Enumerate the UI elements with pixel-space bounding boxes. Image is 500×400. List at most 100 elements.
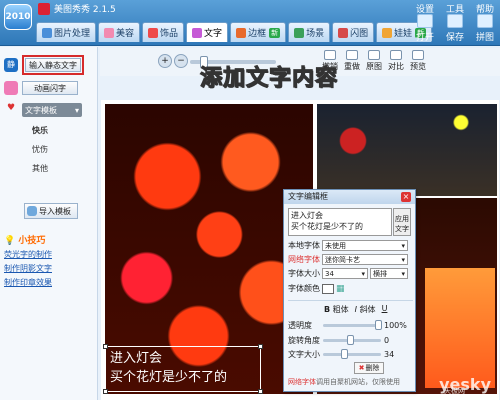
redo-icon [346, 50, 358, 60]
doll-icon [382, 27, 393, 38]
template-categories: 快乐 忧伤 其他 [32, 125, 48, 182]
static-text-button[interactable]: 输入静态文字 [25, 58, 81, 72]
category-sad[interactable]: 忧伤 [32, 144, 48, 155]
heart-icon [148, 27, 159, 38]
app-badge-icon [38, 3, 50, 15]
scene-icon [294, 27, 305, 38]
app-title: 美图秀秀 2.1.5 [54, 5, 116, 15]
dialog-title: 文字编辑框 [284, 190, 415, 204]
tips-title: 💡 小技巧 [4, 236, 46, 246]
local-font-select[interactable]: 未使用 ▾ [322, 240, 408, 251]
tab-accessories[interactable]: 饰品 [142, 22, 185, 42]
heart-icon: ♥ [4, 103, 18, 117]
italic-toggle[interactable]: I 斜体 [355, 304, 376, 315]
open-button[interactable]: 打开 [414, 14, 436, 43]
palette-icon[interactable]: ▦ [336, 284, 345, 294]
collage-button[interactable]: 拼图 [474, 14, 496, 43]
zoom-in-button[interactable]: + [158, 54, 172, 68]
style-row: B 粗体 I 斜体 U [324, 304, 387, 315]
redo-button[interactable]: 重做 [344, 50, 360, 72]
text-size-slider[interactable] [323, 349, 381, 359]
resize-handle[interactable] [103, 389, 108, 394]
font-color-row: 字体颜色 ▦ [288, 283, 345, 294]
new-badge: 新 [269, 27, 281, 38]
file-actions: 打开 保存 拼图 [414, 14, 496, 43]
import-icon [27, 206, 37, 216]
tab-text[interactable]: 文字 [186, 22, 229, 42]
tab-scene[interactable]: 场景 [288, 22, 331, 42]
compare-icon [390, 50, 402, 60]
template-dropdown[interactable]: 文字模板 ▾ [22, 103, 82, 117]
text-size-slider-knob[interactable] [341, 349, 348, 359]
resize-handle[interactable] [258, 344, 263, 349]
web-font-row: 网络字体 迷你简卡艺 ▾ [288, 254, 408, 265]
template-row: ♥ 文字模板 ▾ [4, 103, 82, 117]
tab-image-process[interactable]: 图片处理 [36, 22, 97, 42]
delete-button[interactable]: ✖ 删除 [354, 362, 384, 374]
original-icon [368, 50, 380, 60]
anim-text-button[interactable]: 动画闪字 [22, 81, 78, 95]
tab-frame[interactable]: 边框新 [230, 22, 287, 42]
text-edit-dialog: 文字编辑框 × 进入灯会 买个花灯是少不了的 应用文字 本地字体 未使用 ▾ 网络… [283, 189, 416, 392]
left-panel: 静 输入静态文字 动画闪字 ♥ 文字模板 ▾ 快乐 忧伤 其他 导入模板 💡 小技… [0, 47, 98, 400]
original-button[interactable]: 原图 [366, 50, 382, 72]
tips-section: 💡 小技巧 荧光字的制作 制作阴影文字 制作印章效果 [4, 233, 52, 291]
collage-icon [477, 14, 493, 28]
opacity-slider[interactable] [323, 320, 382, 330]
image-icon [42, 27, 52, 38]
canvas-text-box[interactable]: 进入灯会 买个花灯是少不了的 [103, 344, 263, 394]
web-font-select[interactable]: 迷你简卡艺 ▾ [322, 254, 408, 265]
tip-link-glow[interactable]: 荧光字的制作 [4, 249, 52, 260]
local-font-row: 本地字体 未使用 ▾ [288, 240, 408, 251]
font-size-select[interactable]: 34 ▾ [322, 268, 368, 279]
text-size-row: 文字大小 34 [288, 349, 395, 359]
main-tabs: 图片处理 美容 饰品 文字 边框新 场景 闪图 娃娃新 [36, 22, 433, 42]
direction-select[interactable]: 横排 ▾ [370, 268, 408, 279]
static-text-highlight: 输入静态文字 [22, 55, 84, 75]
chevron-down-icon: ▾ [361, 269, 365, 278]
tip-link-shadow[interactable]: 制作阴影文字 [4, 263, 52, 274]
resize-handle[interactable] [258, 389, 263, 394]
color-swatch[interactable] [322, 283, 334, 294]
bold-toggle[interactable]: B 粗体 [324, 304, 349, 315]
static-text-icon: 静 [4, 58, 18, 72]
opacity-slider-knob[interactable] [375, 320, 382, 330]
preview-icon [412, 50, 424, 60]
close-icon[interactable]: × [401, 192, 411, 202]
rotation-slider[interactable] [323, 335, 381, 345]
zoom-out-button[interactable]: − [174, 54, 188, 68]
tab-flash[interactable]: 闪图 [332, 22, 375, 42]
anim-text-icon [4, 81, 18, 95]
category-happy[interactable]: 快乐 [32, 125, 48, 136]
delete-icon: ✖ [358, 364, 365, 372]
dialog-text-input[interactable]: 进入灯会 买个花灯是少不了的 [288, 208, 392, 236]
static-text-row: 静 输入静态文字 [4, 55, 84, 75]
bulb-icon: 💡 [4, 236, 16, 246]
dialog-divider [288, 300, 413, 301]
save-icon [447, 14, 463, 28]
overlay-headline: 添加文字内容 [199, 66, 339, 92]
apply-text-button[interactable]: 应用文字 [393, 208, 411, 236]
flash-icon [338, 27, 349, 38]
open-icon [417, 14, 433, 28]
preview-button[interactable]: 预览 [410, 50, 426, 72]
text-icon [192, 27, 203, 38]
chevron-down-icon: ▾ [401, 241, 405, 250]
rotation-row: 旋转角度 0 [288, 335, 390, 345]
underline-toggle[interactable]: U [382, 304, 388, 315]
undo-icon [324, 50, 336, 60]
compare-button[interactable]: 对比 [388, 50, 404, 72]
rotation-slider-knob[interactable] [347, 335, 354, 345]
canvas-text-line-2: 买个花灯是少不了的 [110, 370, 228, 385]
resize-handle[interactable] [103, 344, 108, 349]
face-icon [104, 27, 115, 38]
tip-link-stamp[interactable]: 制作印章效果 [4, 277, 52, 288]
import-template-button[interactable]: 导入模板 [24, 203, 78, 219]
chevron-down-icon: ▾ [401, 255, 405, 264]
watermark-sub: 天极网 [444, 387, 465, 395]
category-other[interactable]: 其他 [32, 163, 48, 174]
lantern-closeup [425, 268, 495, 388]
tab-beauty[interactable]: 美容 [98, 22, 141, 42]
save-button[interactable]: 保存 [444, 14, 466, 43]
frame-icon [236, 27, 247, 38]
